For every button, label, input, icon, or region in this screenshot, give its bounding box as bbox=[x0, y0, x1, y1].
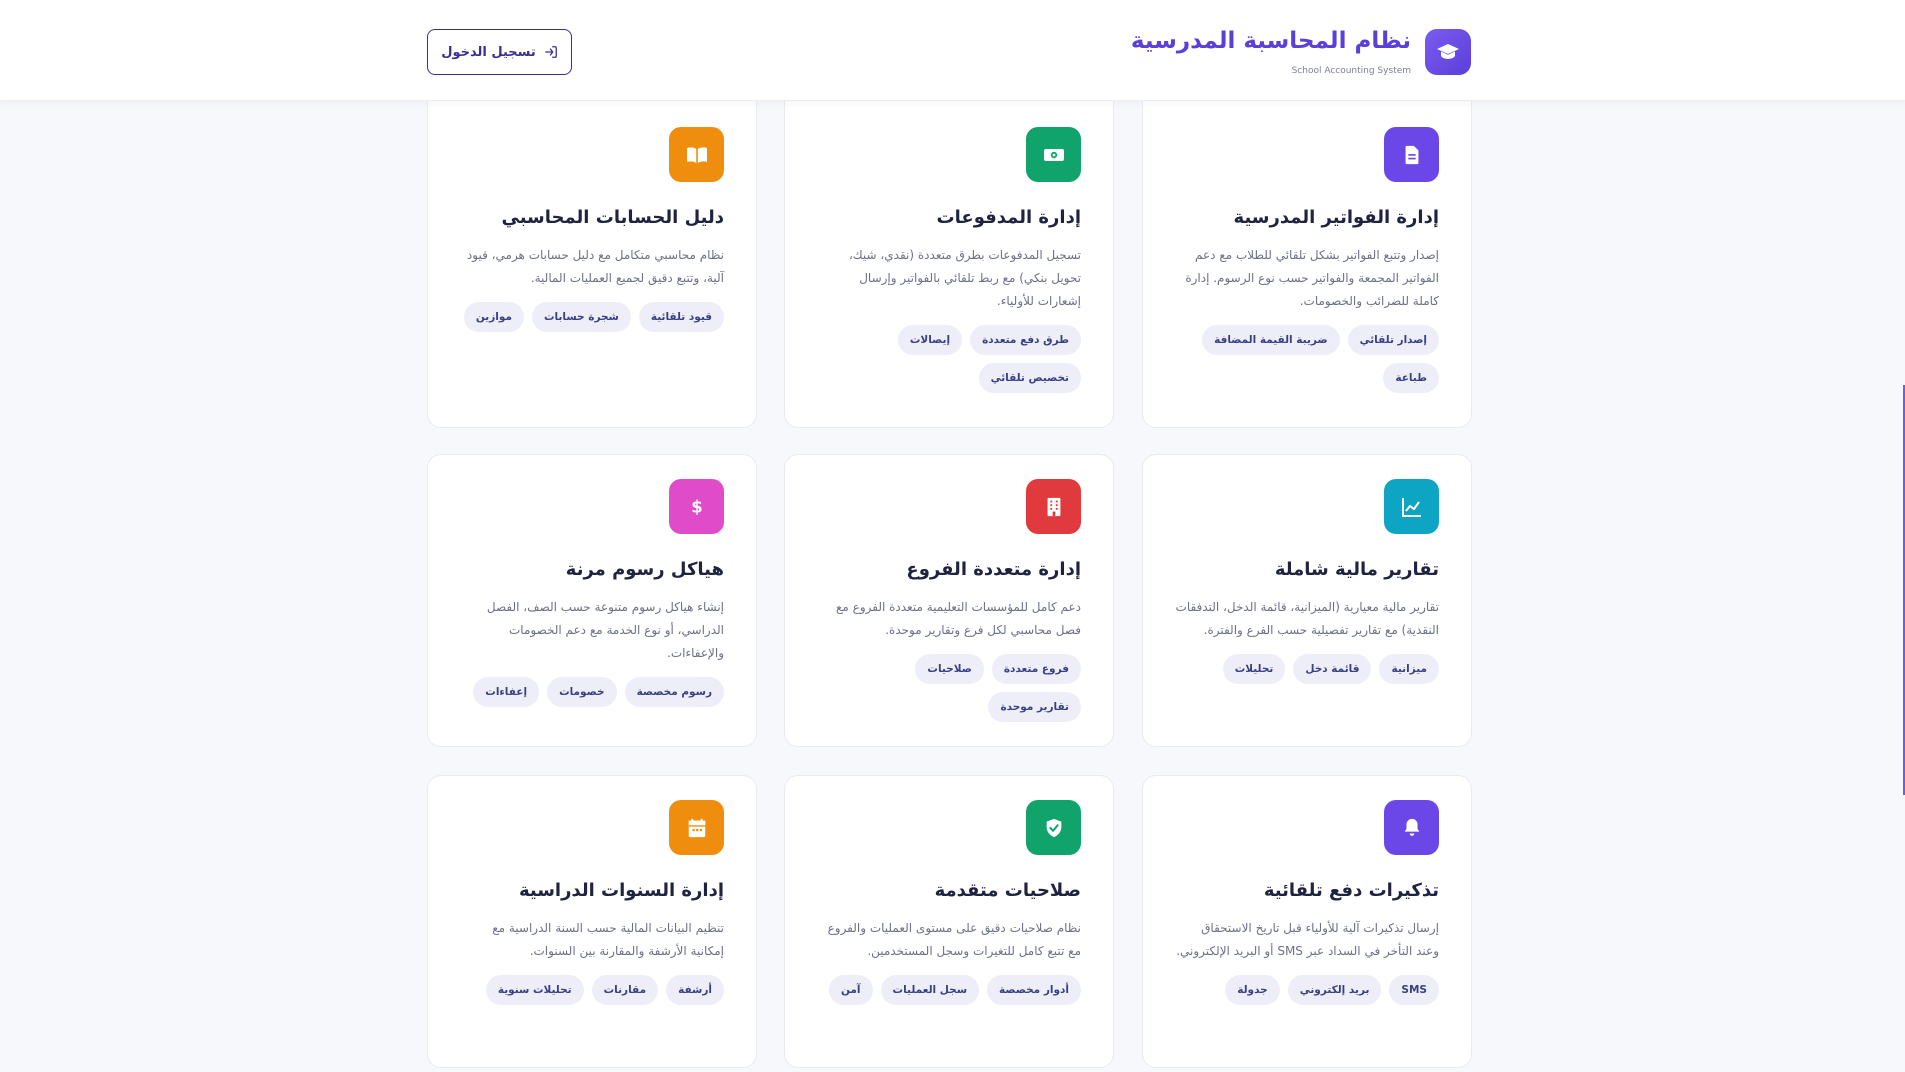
feature-tag: إيصالات bbox=[897, 325, 963, 355]
feature-tag: تحليلات سنوية bbox=[485, 975, 584, 1005]
feature-tag: خصومات bbox=[547, 677, 617, 707]
feature-description: إرسال تذكيرات آلية للأولياء قبل تاريخ ال… bbox=[1176, 921, 1439, 958]
feature-title: إدارة المدفوعات bbox=[936, 207, 1081, 228]
feature-tag: طرق دفع متعددة bbox=[970, 325, 1081, 355]
feature-tag: أدوار مخصصة bbox=[987, 975, 1081, 1005]
svg-text:$: $ bbox=[691, 497, 702, 516]
feature-card-accounts: دليل الحسابات المحاسبي نظام محاسبي متكام… bbox=[427, 78, 757, 428]
feature-tag: تقارير موحدة bbox=[988, 692, 1081, 722]
feature-title: إدارة الفواتير المدرسية bbox=[1233, 207, 1439, 228]
login-button[interactable]: تسجيل الدخول bbox=[427, 29, 572, 75]
graduation-cap-icon bbox=[1425, 28, 1471, 75]
feature-description: إنشاء هياكل رسوم متنوعة حسب الصف، الفصل … bbox=[486, 600, 724, 660]
feature-tag: جدولة bbox=[1225, 975, 1280, 1005]
feature-description: دعم كامل للمؤسسات التعليمية متعددة الفرو… bbox=[836, 600, 1081, 637]
shield-check-icon bbox=[1026, 800, 1081, 855]
dollar-icon: $ bbox=[669, 479, 724, 534]
feature-card-permissions: صلاحيات متقدمة نظام صلاحيات دقيق على مست… bbox=[784, 775, 1114, 1068]
feature-tag: صلاحيات bbox=[915, 654, 984, 684]
feature-tag: موازين bbox=[463, 302, 524, 332]
feature-tag: فروع متعددة bbox=[991, 654, 1081, 684]
feature-tag: مقارنات bbox=[591, 975, 659, 1005]
feature-tag: قيود تلقائية bbox=[638, 302, 724, 332]
feature-card-invoices: إدارة الفواتير المدرسية إصدار وتتبع الفو… bbox=[1142, 78, 1472, 428]
feature-tag: بريد إلكتروني bbox=[1287, 975, 1382, 1005]
feature-tag: أرشفة bbox=[666, 975, 724, 1005]
feature-tags: ميزانية قائمة دخل تحليلات bbox=[1175, 654, 1439, 684]
feature-card-years: إدارة السنوات الدراسية تنظيم البيانات ال… bbox=[427, 775, 757, 1068]
feature-tags: أدوار مخصصة سجل العمليات آمن bbox=[817, 975, 1081, 1005]
feature-tag: تخصيص تلقائي bbox=[978, 363, 1081, 393]
feature-tags: SMS بريد إلكتروني جدولة bbox=[1175, 975, 1439, 1005]
feature-tag: سجل العمليات bbox=[880, 975, 980, 1005]
feature-tags: رسوم مخصصة خصومات إعفاءات bbox=[460, 677, 724, 707]
feature-tag: شجرة حسابات bbox=[531, 302, 631, 332]
feature-tags: أرشفة مقارنات تحليلات سنوية bbox=[460, 975, 724, 1005]
feature-description: تنظيم البيانات المالية حسب السنة الدراسي… bbox=[492, 921, 724, 958]
document-icon bbox=[1384, 127, 1439, 182]
feature-title: تقارير مالية شاملة bbox=[1274, 559, 1439, 580]
chart-line-icon bbox=[1384, 479, 1439, 534]
feature-title: صلاحيات متقدمة bbox=[934, 880, 1081, 901]
feature-tag: ميزانية bbox=[1379, 654, 1439, 684]
bell-icon bbox=[1384, 800, 1439, 855]
feature-card-reminders: تذكيرات دفع تلقائية إرسال تذكيرات آلية ل… bbox=[1142, 775, 1472, 1068]
feature-tags: فروع متعددة صلاحيات تقارير موحدة bbox=[817, 654, 1081, 722]
site-header: نظام المحاسبة المدرسية School Accounting… bbox=[0, 0, 1905, 101]
feature-tags: إصدار تلقائي ضريبة القيمة المضافة طباعة bbox=[1175, 325, 1439, 393]
login-label: تسجيل الدخول bbox=[441, 44, 536, 60]
feature-tags: قيود تلقائية شجرة حسابات موازين bbox=[460, 302, 724, 332]
brand[interactable]: نظام المحاسبة المدرسية School Accounting… bbox=[1131, 26, 1471, 77]
feature-card-payments: إدارة المدفوعات تسجيل المدفوعات بطرق متع… bbox=[784, 78, 1114, 428]
feature-card-reports: تقارير مالية شاملة تقارير مالية معيارية … bbox=[1142, 454, 1472, 747]
feature-card-fees: $ هياكل رسوم مرنة إنشاء هياكل رسوم متنوع… bbox=[427, 454, 757, 747]
feature-tag: ضريبة القيمة المضافة bbox=[1202, 325, 1340, 355]
feature-tag: إصدار تلقائي bbox=[1347, 325, 1439, 355]
feature-tags: طرق دفع متعددة إيصالات تخصيص تلقائي bbox=[817, 325, 1081, 393]
book-icon bbox=[669, 127, 724, 182]
feature-description: نظام محاسبي متكامل مع دليل حسابات هرمي، … bbox=[466, 248, 724, 285]
feature-title: هياكل رسوم مرنة bbox=[565, 559, 724, 580]
building-icon bbox=[1026, 479, 1081, 534]
brand-text: نظام المحاسبة المدرسية School Accounting… bbox=[1131, 26, 1411, 77]
feature-title: إدارة السنوات الدراسية bbox=[518, 880, 724, 901]
feature-title: إدارة متعددة الفروع bbox=[906, 559, 1081, 580]
feature-tag: SMS bbox=[1389, 975, 1439, 1005]
feature-tag: قائمة دخل bbox=[1293, 654, 1372, 684]
feature-description: تسجيل المدفوعات بطرق متعددة (نقدي، شيك، … bbox=[848, 248, 1081, 308]
brand-title: نظام المحاسبة المدرسية bbox=[1130, 28, 1411, 54]
feature-tag: رسوم مخصصة bbox=[624, 677, 724, 707]
feature-card-branches: إدارة متعددة الفروع دعم كامل للمؤسسات ال… bbox=[784, 454, 1114, 747]
feature-description: نظام صلاحيات دقيق على مستوى العمليات وال… bbox=[827, 921, 1081, 958]
feature-tag: تحليلات bbox=[1222, 654, 1286, 684]
calendar-icon bbox=[669, 800, 724, 855]
feature-description: تقارير مالية معيارية (الميزانية، قائمة ا… bbox=[1175, 600, 1439, 637]
feature-tag: آمن bbox=[828, 975, 873, 1005]
login-icon bbox=[544, 46, 557, 58]
feature-tag: إعفاءات bbox=[473, 677, 540, 707]
feature-tag: طباعة bbox=[1383, 363, 1439, 393]
money-icon bbox=[1026, 127, 1081, 182]
brand-subtitle: School Accounting System bbox=[1291, 66, 1411, 76]
feature-title: تذكيرات دفع تلقائية bbox=[1263, 880, 1439, 901]
feature-description: إصدار وتتبع الفواتير بشكل تلقائي للطلاب … bbox=[1185, 248, 1439, 308]
feature-title: دليل الحسابات المحاسبي bbox=[501, 207, 724, 228]
